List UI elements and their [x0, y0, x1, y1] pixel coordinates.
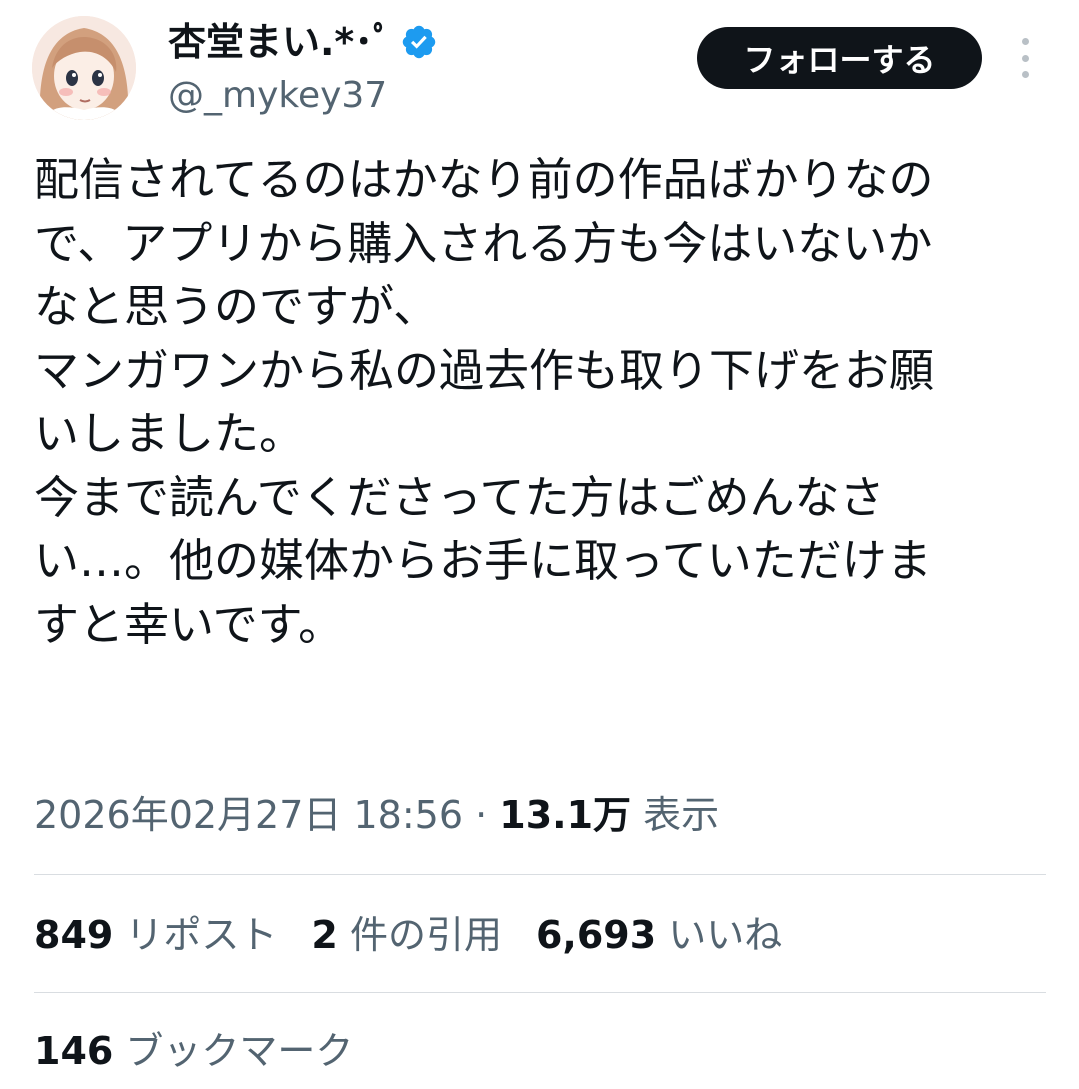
reposts-stat[interactable]: 849 リポスト	[34, 910, 277, 960]
reposts-label: リポスト	[113, 913, 278, 957]
tweet-line: 配信されてるのはかなり前の作品ばかりなの	[34, 153, 934, 206]
reposts-count: 849	[34, 913, 114, 957]
tweet-timestamp[interactable]: 2026年02月27日 18:56	[34, 793, 463, 837]
author-display-name[interactable]: 杏堂まい.*･ﾟ	[168, 18, 438, 66]
bookmarks-label: ブックマーク	[113, 1029, 354, 1073]
tweet-line: すと幸いです。	[34, 597, 344, 651]
follow-button[interactable]: フォローする	[697, 27, 982, 89]
tweet-detail: 杏堂まい.*･ﾟ @_mykey37 フォローする 配信されてるのはかなり前の作…	[0, 0, 1079, 1089]
tweet-text: 配信されてるのはかなり前の作品ばかりなの で、アプリから購入される方も今はいない…	[34, 148, 1044, 656]
avatar[interactable]	[32, 16, 136, 120]
bookmarks-count: 146	[34, 1029, 114, 1073]
divider	[34, 874, 1046, 875]
views-label: 表示	[631, 793, 720, 837]
tweet-line: いしました。	[34, 407, 305, 460]
more-vertical-icon[interactable]	[1010, 38, 1040, 78]
display-name-text: 杏堂まい.*･ﾟ	[168, 20, 393, 64]
meta-separator: ·	[463, 793, 500, 837]
likes-count: 6,693	[535, 913, 657, 957]
quotes-count: 2	[311, 913, 338, 957]
more-dot	[1021, 38, 1029, 45]
likes-stat[interactable]: 6,693 いいね	[536, 910, 782, 960]
more-dot	[1021, 71, 1029, 78]
author-info: 杏堂まい.*･ﾟ @_mykey37	[168, 18, 438, 120]
likes-label: いいね	[656, 913, 783, 957]
verified-badge-icon	[403, 25, 436, 59]
more-dot	[1021, 54, 1029, 62]
tweet-line: 今まで読んでくださってた方はごめんなさ	[34, 470, 885, 524]
bookmarks-stat[interactable]: 146 ブックマーク	[34, 1026, 353, 1076]
author-handle[interactable]: @_mykey37	[168, 72, 438, 120]
tweet-line: で、アプリから購入される方も今はいないか	[34, 216, 933, 270]
tweet-line: なと思うのですが、	[34, 280, 439, 333]
quotes-label: 件の引用	[337, 913, 502, 957]
tweet-meta: 2026年02月27日 18:56 · 13.1万 表示	[34, 790, 719, 840]
engagement-stats: 849 リポスト 2 件の引用 6,693 いいね	[34, 910, 816, 960]
quotes-stat[interactable]: 2 件の引用	[311, 910, 502, 960]
anime-girl-avatar-icon	[32, 16, 136, 120]
views-count: 13.1万	[499, 793, 632, 837]
divider	[34, 992, 1046, 993]
tweet-line: マンガワンから私の過去作も取り下げをお願	[34, 343, 935, 397]
tweet-line: い…。他の媒体からお手に取っていただけま	[34, 534, 932, 587]
